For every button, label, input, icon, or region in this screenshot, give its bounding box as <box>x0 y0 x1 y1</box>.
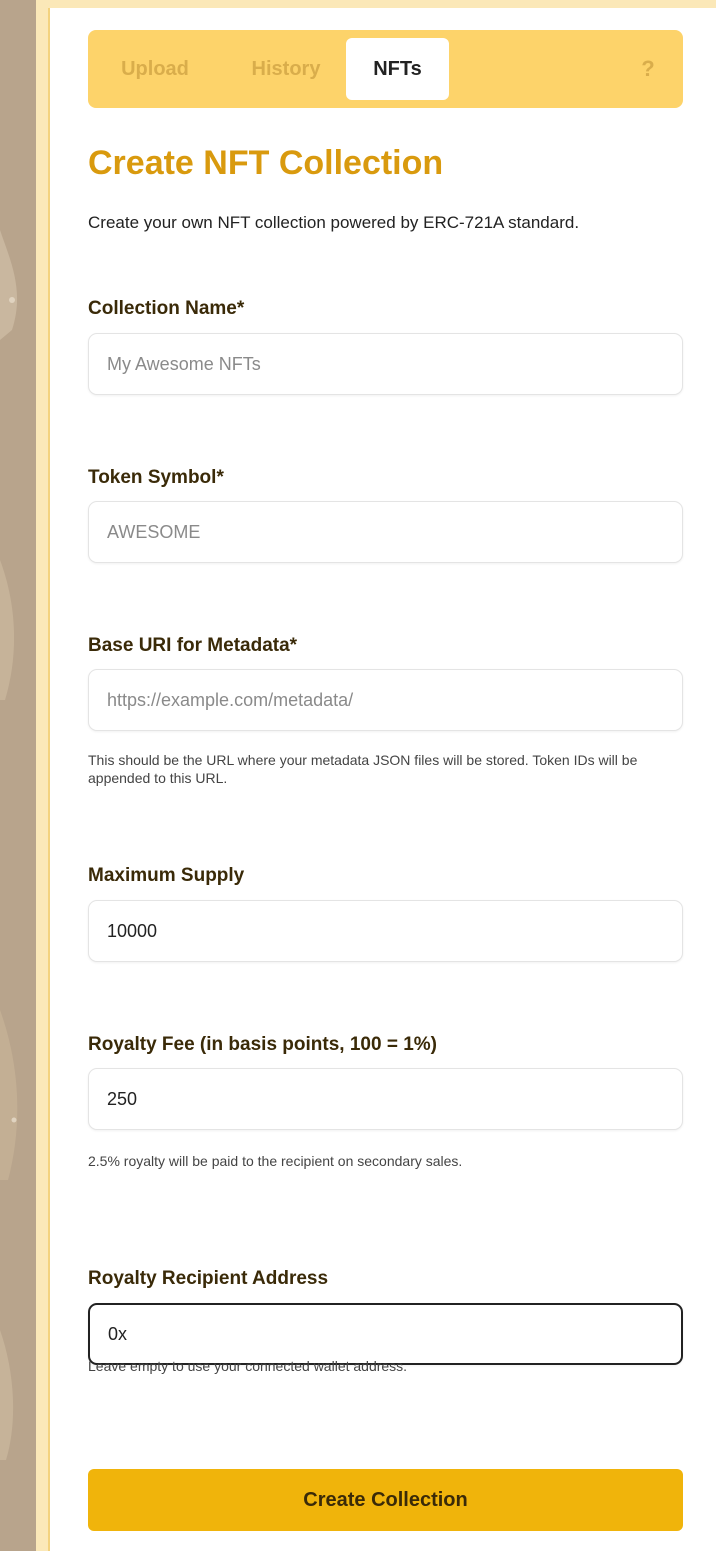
tab-bar: Upload History NFTs ? <box>88 30 683 108</box>
help-button[interactable]: ? <box>628 38 668 100</box>
tab-history[interactable]: History <box>226 38 346 100</box>
collection-name-label: Collection Name* <box>88 298 245 319</box>
collection-name-input[interactable] <box>88 333 683 395</box>
royalty-recipient-input[interactable] <box>88 1303 683 1365</box>
tab-upload[interactable]: Upload <box>100 38 210 100</box>
token-symbol-input[interactable] <box>88 501 683 563</box>
max-supply-label: Maximum Supply <box>88 865 245 886</box>
royalty-recipient-label: Royalty Recipient Address <box>88 1268 329 1289</box>
token-symbol-label: Token Symbol* <box>88 467 224 488</box>
page-description: Create your own NFT collection powered b… <box>88 213 580 232</box>
page-title: Create NFT Collection <box>88 144 444 182</box>
royalty-fee-label: Royalty Fee (in basis points, 100 = 1%) <box>88 1034 437 1055</box>
panel-top-border <box>36 0 716 8</box>
royalty-recipient-hint: Leave empty to use your connected wallet… <box>88 1358 408 1374</box>
max-supply-input[interactable] <box>88 900 683 962</box>
base-uri-label: Base URI for Metadata* <box>88 635 298 656</box>
create-collection-button[interactable]: Create Collection <box>88 1469 683 1531</box>
royalty-fee-hint: 2.5% royalty will be paid to the recipie… <box>88 1153 463 1169</box>
royalty-fee-input[interactable] <box>88 1068 683 1130</box>
base-uri-input[interactable] <box>88 669 683 731</box>
base-uri-hint: This should be the URL where your metada… <box>88 752 638 786</box>
tab-nfts[interactable]: NFTs <box>346 38 449 100</box>
